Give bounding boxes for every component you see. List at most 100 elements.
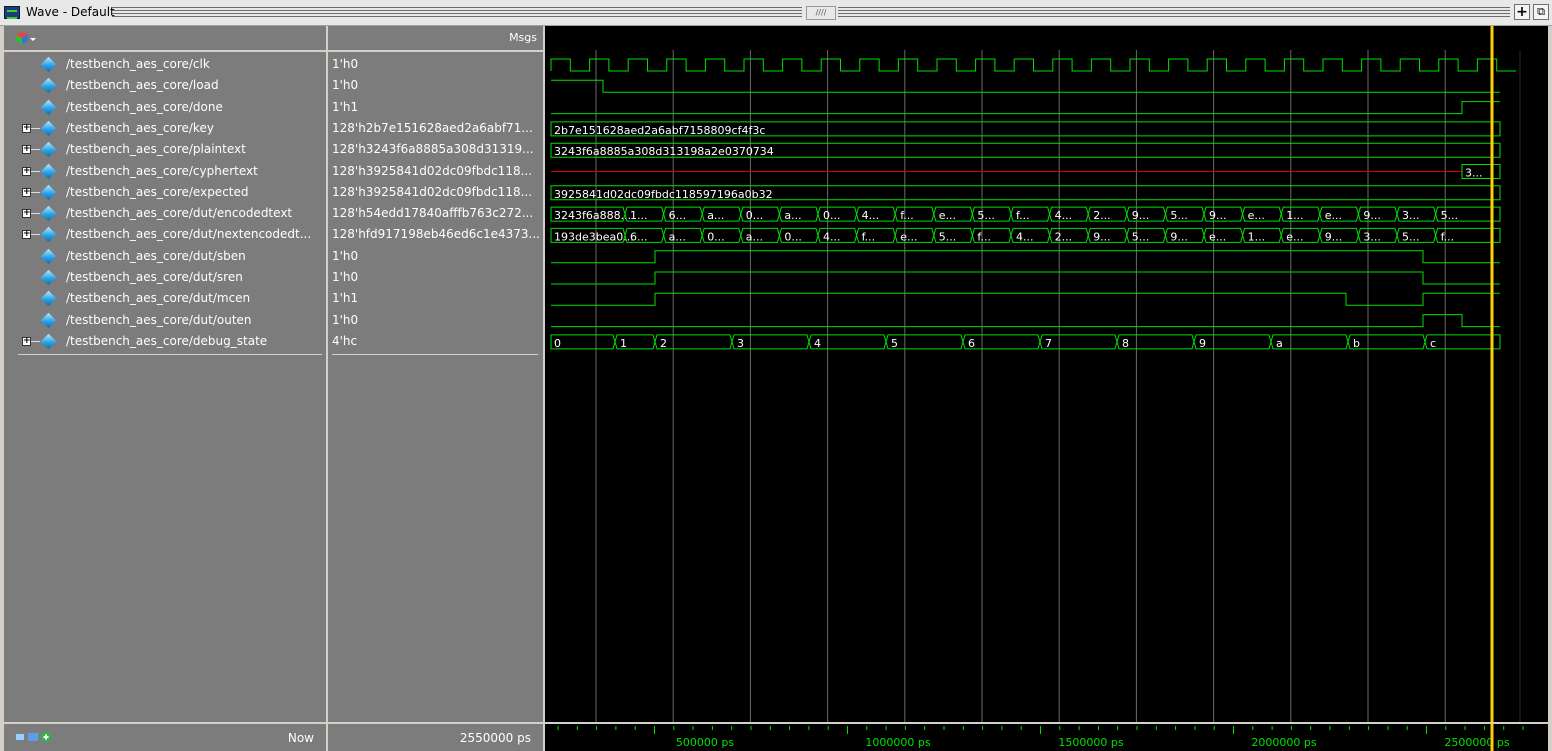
- bus-value-label: 3243f6a888...: [554, 209, 631, 222]
- waveform-pane[interactable]: 2b7e151628aed2a6abf7158809cf4f3c 3243f6a8…: [545, 26, 1548, 722]
- signal-value-row[interactable]: 1'h0: [328, 75, 543, 96]
- axis-time-label: 1500000 ps: [1058, 736, 1123, 749]
- signal-value-row[interactable]: 1'h0: [328, 246, 543, 267]
- signal-value-row[interactable]: 128'h54edd17840afffb763c272...: [328, 203, 543, 224]
- signal-value-row[interactable]: 128'h3243f6a8885a308d31319...: [328, 139, 543, 160]
- bus-value-label: f...: [900, 209, 914, 222]
- signal-name: /testbench_aes_core/dut/nextencodedt...: [66, 227, 312, 242]
- bus-value-label: 0: [554, 337, 561, 350]
- signal-values-pane: Msgs 1'h0 1'h0 1'h1 128'h2b7e151628aed2a6ab…: [328, 26, 543, 722]
- cursor-tools-icon[interactable]: [16, 731, 56, 743]
- bus-value-label: a...: [707, 209, 724, 222]
- signal-name: /testbench_aes_core/plaintext: [66, 142, 246, 157]
- bus-value-label: e...: [1286, 230, 1303, 243]
- waveform-add-icon[interactable]: [16, 30, 36, 46]
- bus-segment: [1424, 334, 1501, 350]
- signal-row[interactable]: /testbench_aes_core/dut/sren: [4, 267, 326, 288]
- signal-diamond-icon: [40, 333, 57, 350]
- expand-icon[interactable]: +: [22, 145, 31, 155]
- bus-value-label: 9...: [1325, 230, 1343, 243]
- signal-row[interactable]: /testbench_aes_core/dut/sben: [4, 246, 326, 267]
- signal-value-row[interactable]: 1'h0: [328, 267, 543, 288]
- signal-diamond-icon: [40, 141, 57, 158]
- signal-diamond-icon: [40, 269, 57, 286]
- titlebar-drag-handle[interactable]: ////: [806, 6, 836, 20]
- bus-value-label: 193de3bea0...: [554, 230, 634, 243]
- expand-icon[interactable]: +: [22, 230, 31, 240]
- expand-icon[interactable]: +: [22, 336, 31, 346]
- bus-value-label: 4...: [823, 230, 841, 243]
- bus-value-label: f...: [862, 230, 876, 243]
- signal-name: /testbench_aes_core/done: [66, 99, 223, 114]
- bus-value-label: e...: [939, 209, 956, 222]
- tree-connector: [31, 170, 40, 172]
- expand-icon[interactable]: +: [22, 187, 31, 197]
- now-time-value: 2550000 ps: [459, 731, 531, 745]
- undock-button[interactable]: ⧉: [1533, 4, 1549, 20]
- signal-value: 128'h3925841d02dc09fbdc118...: [332, 184, 533, 199]
- bus-value-label: 2b7e151628aed2a6abf7158809cf4f3c: [554, 124, 765, 137]
- signal-name: /testbench_aes_core/cyphertext: [66, 163, 258, 178]
- bus-value-label: 0...: [784, 230, 802, 243]
- bus-value-label: e...: [1209, 230, 1226, 243]
- msgs-column-header: Msgs: [509, 31, 537, 44]
- signal-row[interactable]: + /testbench_aes_core/expected: [4, 182, 326, 203]
- signal-row[interactable]: + /testbench_aes_core/cyphertext: [4, 161, 326, 182]
- signal-value-row[interactable]: 128'h3925841d02dc09fbdc118...: [328, 161, 543, 182]
- dock-button[interactable]: +: [1514, 4, 1530, 20]
- signal-value-row[interactable]: 1'h0: [328, 54, 543, 75]
- expand-icon[interactable]: +: [22, 166, 31, 176]
- bus-value-label: 9...: [1132, 209, 1150, 222]
- signal-value: 128'h3243f6a8885a308d31319...: [332, 142, 534, 157]
- bus-value-label: 0...: [746, 209, 764, 222]
- signal-row[interactable]: /testbench_aes_core/done: [4, 97, 326, 118]
- signal-diamond-icon: [40, 78, 57, 94]
- wave-sren: [551, 271, 1500, 285]
- signal-row[interactable]: + /testbench_aes_core/dut/encodedtext: [4, 203, 326, 224]
- wave-done: [551, 101, 1500, 115]
- signal-value-row[interactable]: 1'h0: [328, 310, 543, 331]
- bus-value-label: a...: [669, 230, 686, 243]
- signal-value: 1'h0: [332, 270, 359, 284]
- wave-key: 2b7e151628aed2a6abf7158809cf4f3c: [550, 121, 1501, 137]
- bus-value-label: 3...: [1363, 230, 1381, 243]
- bus-value-label: 1...: [1248, 230, 1266, 243]
- expand-icon[interactable]: +: [22, 209, 31, 219]
- time-axis[interactable]: 500000 ps 1000000 ps 1500000 ps 2000000 ps 2…: [545, 722, 1548, 751]
- bus-value-label: 6: [968, 337, 975, 350]
- signal-row[interactable]: /testbench_aes_core/clk: [4, 54, 326, 75]
- bus-value-label: f...: [1016, 209, 1030, 222]
- bus-value-label: 9...: [1209, 209, 1227, 222]
- signal-diamond-icon: [40, 227, 57, 243]
- signal-row[interactable]: + /testbench_aes_core/debug_state: [4, 331, 326, 352]
- bus-value-label: 1: [620, 337, 627, 350]
- axis-time-label: 500000 ps: [676, 736, 734, 749]
- signal-row[interactable]: + /testbench_aes_core/plaintext: [4, 139, 326, 160]
- tree-connector: [31, 340, 40, 342]
- signal-row[interactable]: /testbench_aes_core/dut/outen: [4, 310, 326, 331]
- expand-icon[interactable]: +: [22, 123, 31, 133]
- bus-value-label: 5...: [977, 209, 995, 222]
- signal-value-row[interactable]: 1'h1: [328, 97, 543, 118]
- wave-plaintext: 3243f6a8885a308d313198a2e0370734: [550, 142, 1501, 158]
- signal-value-row[interactable]: 128'h3925841d02dc09fbdc118...: [328, 182, 543, 203]
- signal-value-row[interactable]: 128'hfd917198eb46ed6c1e4373...: [328, 224, 543, 245]
- signal-value-row[interactable]: 128'h2b7e151628aed2a6abf71...: [328, 118, 543, 139]
- bus-value-label: 9...: [1170, 230, 1188, 243]
- signal-row[interactable]: /testbench_aes_core/dut/mcen: [4, 288, 326, 309]
- bus-value-label: 3...: [1465, 167, 1483, 180]
- signal-row[interactable]: + /testbench_aes_core/key: [4, 118, 326, 139]
- signal-value-row[interactable]: 4'hc: [328, 331, 543, 352]
- waveform-canvas[interactable]: 2b7e151628aed2a6abf7158809cf4f3c 3243f6a8…: [545, 26, 1548, 722]
- signal-diamond-icon: [40, 312, 57, 328]
- wave-nextencodedtext: 193de3bea0...6... a... 0... a... 0... 4... f..…: [550, 227, 1501, 243]
- signal-value-row[interactable]: 1'h1: [328, 288, 543, 309]
- bus-value-label: 5: [891, 337, 898, 350]
- signal-diamond-icon: [40, 291, 57, 307]
- signal-row[interactable]: /testbench_aes_core/load: [4, 75, 326, 96]
- tree-connector: [31, 234, 40, 236]
- signal-row[interactable]: + /testbench_aes_core/dut/nextencodedt...: [4, 224, 326, 245]
- bus-value-label: 1...: [630, 209, 648, 222]
- signal-name: /testbench_aes_core/dut/encodedtext: [66, 206, 293, 221]
- time-axis-canvas[interactable]: 500000 ps 1000000 ps 1500000 ps 2000000 ps 2…: [545, 724, 1548, 751]
